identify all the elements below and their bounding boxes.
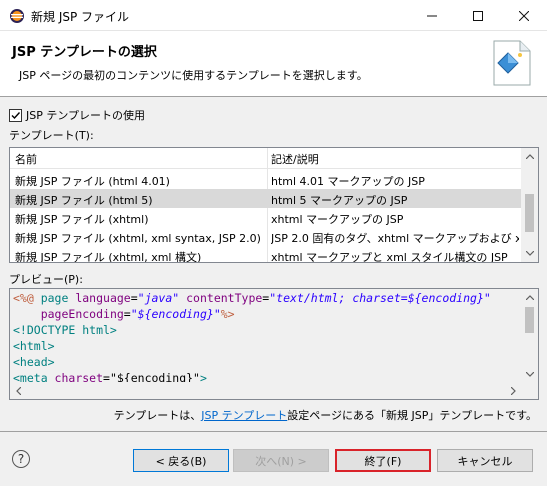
minimize-button[interactable] <box>409 0 455 31</box>
code-token: pageEncoding <box>40 307 124 321</box>
use-template-label: JSP テンプレートの使用 <box>26 109 146 122</box>
chevron-down-icon <box>525 372 534 377</box>
preview-code: <%@ page language="java" contentType="te… <box>13 290 491 386</box>
cancel-button[interactable]: キャンセル <box>437 449 533 472</box>
table-row[interactable]: 新規 JSP ファイル (xhtml) xhtml マークアップの JSP <box>10 208 522 227</box>
back-button[interactable]: < 戻る(B) <box>133 449 229 472</box>
chevron-left-icon <box>16 386 21 395</box>
button-bar-separator <box>0 431 547 432</box>
scroll-up-button[interactable] <box>521 148 538 165</box>
preview-vertical-scrollbar[interactable] <box>521 289 538 383</box>
row-description: html 4.01 マークアップの JSP <box>271 175 425 188</box>
chevron-right-icon <box>511 386 516 395</box>
code-token: = <box>130 291 138 305</box>
code-token: %> <box>220 307 235 321</box>
use-template-checkbox-row[interactable]: JSP テンプレートの使用 <box>9 107 145 123</box>
templates-label: テンプレート(T): <box>9 129 94 142</box>
preview-horizontal-scrollbar[interactable] <box>10 382 522 399</box>
chevron-down-icon <box>525 251 534 256</box>
row-description: html 5 マークアップの JSP <box>271 194 408 207</box>
row-name: 新規 JSP ファイル (html 5) <box>15 194 153 207</box>
close-button[interactable] <box>501 0 547 31</box>
title-bar: 新規 JSP ファイル <box>0 0 547 31</box>
table-row[interactable]: 新規 JSP ファイル (xhtml, xml syntax, JSP 2.0)… <box>10 227 522 246</box>
scroll-up-button[interactable] <box>521 289 538 306</box>
column-header-description[interactable]: 記述/説明 <box>271 151 319 167</box>
scroll-down-button[interactable] <box>521 245 538 262</box>
code-token: "text/html; charset=${encoding}" <box>269 291 491 305</box>
row-name: 新規 JSP ファイル (xhtml, xml 構文) <box>15 251 202 263</box>
code-token: "${encoding}" <box>130 307 221 321</box>
chevron-up-icon <box>525 154 534 159</box>
row-name: 新規 JSP ファイル (xhtml, xml syntax, JSP 2.0) <box>15 232 261 245</box>
preview-pane[interactable]: <%@ page language="java" contentType="te… <box>9 288 539 400</box>
maximize-icon <box>473 10 483 21</box>
row-name: 新規 JSP ファイル (html 4.01) <box>15 175 170 188</box>
scroll-thumb[interactable] <box>525 307 534 333</box>
window-title: 新規 JSP ファイル <box>31 10 130 24</box>
table-row[interactable]: 新規 JSP ファイル (html 4.01) html 4.01 マークアップ… <box>10 170 522 189</box>
footer-note-suffix: 設定ページにある「新規 JSP」テンプレートです。 <box>287 409 537 422</box>
code-token: contentType <box>179 291 263 305</box>
scroll-down-button[interactable] <box>521 366 538 383</box>
row-name: 新規 JSP ファイル (xhtml) <box>15 213 149 226</box>
help-icon: ? <box>17 452 25 466</box>
finish-button[interactable]: 終了(F) <box>335 449 431 472</box>
close-icon <box>519 10 529 21</box>
next-button[interactable]: 次へ(N) > <box>233 449 329 472</box>
row-description: JSP 2.0 固有のタグ、xhtml マークアップおよび xml... <box>271 232 519 245</box>
row-description: xhtml マークアップの JSP <box>271 213 404 226</box>
page-title: JSP テンプレートの選択 <box>12 45 157 60</box>
code-token: = <box>123 307 131 321</box>
preview-label: プレビュー(P): <box>9 273 83 286</box>
chevron-up-icon <box>525 295 534 300</box>
scroll-thumb[interactable] <box>525 194 534 232</box>
jsp-wizard-icon <box>493 40 531 86</box>
row-description: xhtml マークアップと xml スタイル構文の JSP <box>271 251 508 263</box>
column-header-name[interactable]: 名前 <box>15 151 37 167</box>
wizard-header: JSP テンプレートの選択 JSP ページの最初のコンテンツに使用するテンプレー… <box>0 31 547 97</box>
jsp-template-link[interactable]: JSP テンプレート <box>201 409 287 422</box>
footer-note-prefix: テンプレートは、 <box>113 409 202 422</box>
minimize-icon <box>427 15 437 16</box>
table-header: 名前 記述/説明 <box>10 148 522 169</box>
scroll-left-button[interactable] <box>10 382 27 399</box>
templates-table[interactable]: 名前 記述/説明 新規 JSP ファイル (html 4.01) html 4.… <box>9 147 539 263</box>
code-line: <html> <box>13 339 55 353</box>
table-vertical-scrollbar[interactable] <box>521 148 538 262</box>
table-row[interactable]: 新規 JSP ファイル (html 5) html 5 マークアップの JSP <box>10 189 522 208</box>
code-token: <%@ <box>13 291 34 305</box>
code-token: language <box>75 291 131 305</box>
checkmark-icon <box>11 111 21 119</box>
footer-note: テンプレートは、JSP テンプレート設定ページにある「新規 JSP」テンプレート… <box>114 407 537 423</box>
maximize-button[interactable] <box>455 0 501 31</box>
use-template-checkbox[interactable] <box>9 108 22 122</box>
code-line: <head> <box>13 355 55 369</box>
code-token: "java" <box>137 291 180 305</box>
page-description: JSP ページの最初のコンテンツに使用するテンプレートを選択します。 <box>19 69 368 82</box>
table-row[interactable]: 新規 JSP ファイル (xhtml, xml 構文) xhtml マークアップ… <box>10 246 522 263</box>
code-token: page <box>33 291 76 305</box>
eclipse-icon <box>10 9 24 23</box>
help-button[interactable]: ? <box>12 450 30 468</box>
scroll-right-button[interactable] <box>505 382 522 399</box>
code-line: <!DOCTYPE html> <box>13 323 117 337</box>
